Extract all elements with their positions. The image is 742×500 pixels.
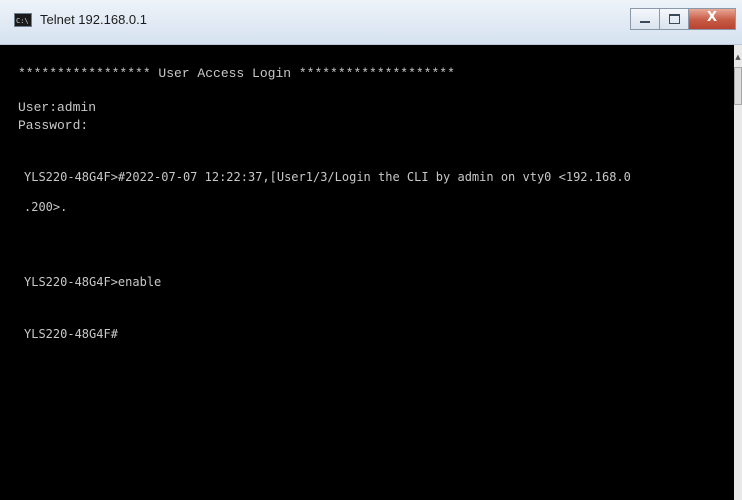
- vertical-scrollbar[interactable]: ▲: [734, 45, 742, 500]
- enable-command-line: YLS220-48G4F>enable: [24, 275, 162, 289]
- window-controls: X: [630, 8, 736, 30]
- telnet-window: C:\ Telnet 192.168.0.1 X ***************…: [0, 0, 742, 500]
- console-app-icon[interactable]: C:\: [14, 13, 32, 27]
- password-line: Password:: [18, 118, 89, 133]
- close-button[interactable]: X: [688, 8, 736, 30]
- scroll-thumb[interactable]: [734, 67, 742, 105]
- log-line-2: .200>.: [24, 200, 68, 214]
- terminal-output[interactable]: ***************** User Access Login ****…: [0, 45, 734, 500]
- cli-prompt: YLS220-48G4F#: [24, 327, 118, 341]
- login-banner: ***************** User Access Login ****…: [18, 66, 455, 81]
- title-bar[interactable]: C:\ Telnet 192.168.0.1 X: [0, 0, 742, 45]
- minimize-icon: [640, 21, 650, 23]
- scroll-up-icon[interactable]: ▲: [734, 53, 742, 61]
- maximize-icon: [669, 14, 680, 24]
- user-line: User:admin: [18, 100, 97, 115]
- maximize-button[interactable]: [659, 8, 688, 30]
- log-line-1: YLS220-48G4F>#2022-07-07 12:22:37,[User1…: [24, 170, 631, 184]
- minimize-button[interactable]: [630, 8, 659, 30]
- close-icon: X: [706, 10, 718, 25]
- window-title: Telnet 192.168.0.1: [40, 12, 147, 27]
